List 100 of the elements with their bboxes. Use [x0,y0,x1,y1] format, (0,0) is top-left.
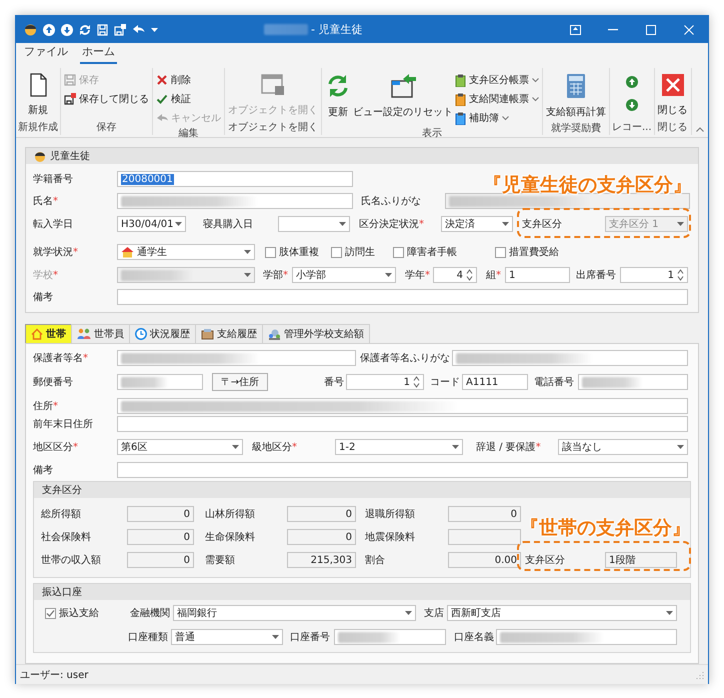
tab[interactable]: 世帯 [25,324,72,343]
dropdown[interactable]: 1-2 [335,439,463,455]
checkbox-square[interactable] [495,246,506,258]
down-button[interactable] [61,24,73,36]
dropdown[interactable]: 西新町支店 [447,605,677,621]
back-arrow-icon [156,112,168,124]
ribbon-button[interactable]: 閉じる [656,71,689,120]
input-field[interactable] [117,193,353,209]
field-label: 区分決定状況* [359,218,425,231]
caret-icon [175,222,182,226]
field-label: 保護者等名ふりがな [360,352,451,365]
input-field[interactable] [334,629,446,645]
spin-box[interactable]: 1 [620,267,688,283]
dropdown[interactable]: 決定済 [441,216,513,232]
field-label: 学部* [263,268,289,282]
save-close-button[interactable] [114,24,126,36]
save-button[interactable] [97,24,108,36]
people-icon [77,328,91,340]
arrow-down-icon [61,24,73,36]
checkbox-square[interactable] [393,246,404,258]
address-button[interactable]: 〒→住所 [212,373,268,391]
ribbon-button[interactable]: 削除 [155,72,222,88]
close-icon [684,24,694,34]
spin-box[interactable]: 1 [346,374,424,390]
customize-button[interactable] [151,28,158,32]
up-button[interactable] [43,24,55,36]
group-icon [268,328,281,340]
checkbox[interactable]: 措置費受給 [495,245,595,259]
ribbon-button[interactable]: 新規 [26,71,50,120]
menu-button[interactable]: 補助簿 [454,110,540,126]
arrow-down-icon [626,99,638,111]
field-label: 保護者等名* [33,352,89,365]
checkbox-square[interactable] [331,246,342,258]
input-field[interactable] [117,416,688,432]
ribbon-tab[interactable]: ファイル [22,44,70,64]
tab[interactable]: 状況履歴 [129,324,196,343]
checkbox[interactable]: 肢体重複 [265,245,329,259]
field-label: 山林所得額 [205,508,256,521]
tab[interactable]: 世帯員 [71,324,130,343]
tab[interactable]: 管理外学校支給額 [262,324,370,343]
field-label: 学年* [405,269,431,282]
group-label: 就学奨励費 [550,122,602,136]
floppy-icon [97,24,108,36]
input-field[interactable] [117,398,688,414]
student-icon [34,150,46,162]
input-field[interactable] [117,462,688,478]
dropdown[interactable] [278,216,350,232]
dropdown[interactable]: 第6区 [117,439,243,455]
checkbox[interactable]: 訪問生 [331,245,391,259]
input-field[interactable] [578,374,688,390]
number-field: 0 [287,529,356,545]
spinner-icon [677,269,684,281]
ribbon-button[interactable]: ビュー設定のリセット [352,71,454,126]
floppy-icon [64,74,76,86]
checkbox[interactable]: 振込支給 [45,606,125,620]
undo-button[interactable] [132,24,145,35]
spin-box[interactable]: 4 [433,267,477,283]
clipboard-icon [455,112,466,124]
input-field[interactable] [117,374,203,390]
window-arrow-icon [389,73,417,99]
checkbox-square[interactable] [45,608,56,618]
refresh-button[interactable] [79,24,91,36]
dropdown[interactable]: 該当なし [558,439,688,455]
caret-icon [666,611,673,615]
field-label: 郵便番号 [33,376,74,389]
floppy-icon [114,24,126,36]
clock-icon [135,328,147,340]
app-icon [24,23,37,36]
menu-button[interactable]: 支弁区分帳票 [454,72,540,88]
ribbon-button[interactable]: 検証 [155,91,222,107]
resize-grip-icon [696,670,704,678]
caret-icon [385,273,392,277]
field-label: 地震保険料 [365,530,416,544]
input-field[interactable]: 20080001 [117,171,353,187]
input-field[interactable] [496,629,677,645]
ribbon-button[interactable]: 更新 [324,71,352,126]
input-field[interactable]: 1 [505,267,570,283]
dropdown[interactable]: 小学部 [292,267,396,283]
input-field[interactable] [117,350,356,366]
field-label: 転入学日 [33,218,74,231]
status-text: ユーザー: user [20,668,88,682]
caret-icon [677,222,684,226]
dropdown[interactable]: H30/04/01 [117,216,186,232]
checkbox-square[interactable] [265,246,276,258]
ribbon-button[interactable]: 保存して閉じる [63,91,150,107]
number-field: 0 [448,506,521,522]
dropdown[interactable]: 福岡銀行 [173,605,416,621]
dropdown[interactable]: 通学生 [117,244,255,260]
ribbon-button[interactable]: 支給額再計算 [545,71,607,121]
field-label: 住所* [33,400,59,413]
input-field[interactable] [452,350,688,366]
checkbox[interactable]: 障害者手帳 [393,245,493,259]
input-field[interactable] [117,289,688,305]
group-label: レコー... [612,121,652,135]
menu-button[interactable]: 支給関連帳票 [454,91,540,107]
field-label: 口座番号 [290,630,331,644]
refresh-icon [79,24,91,36]
input-field[interactable]: A1111 [462,374,528,390]
tab[interactable]: 支給履歴 [195,324,263,343]
dropdown[interactable]: 普通 [171,629,283,645]
